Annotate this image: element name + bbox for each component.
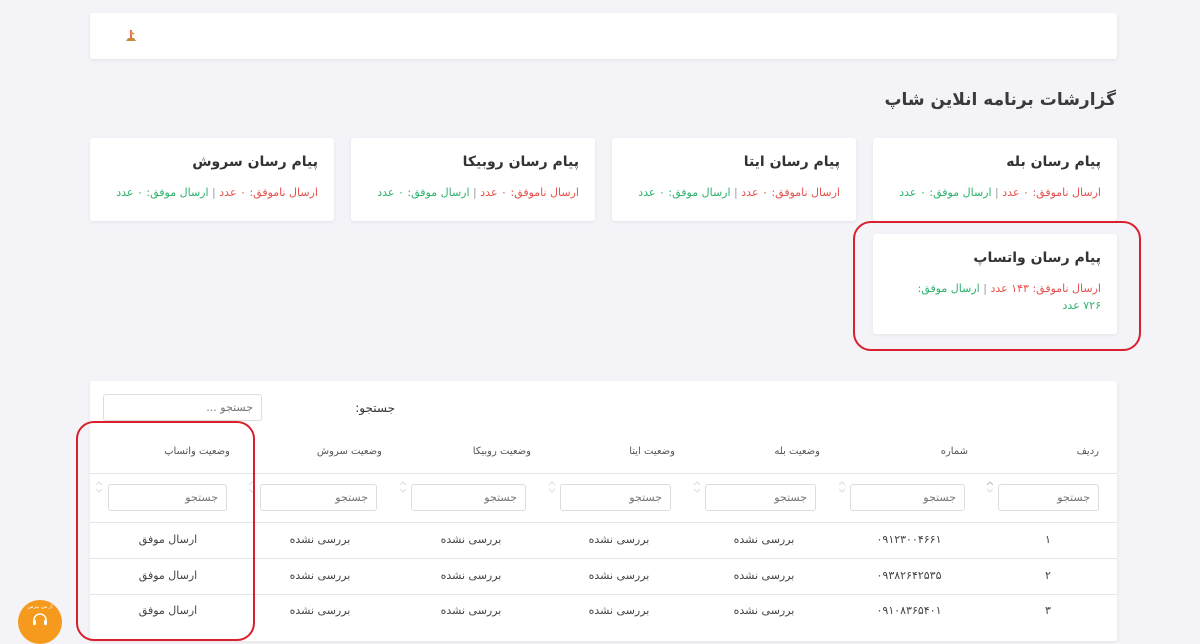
filter-row-number[interactable] — [998, 484, 1099, 511]
search-input[interactable] — [103, 394, 262, 421]
cell-eitaa-status: بررسی نشده — [588, 569, 650, 582]
card-stats: ارسال ناموفق: ۰ عدد | ارسال موفق: ۰ عدد — [367, 184, 579, 201]
card-eitaa: پیام رسان ایتا ارسال ناموفق: ۰ عدد | ارس… — [612, 138, 856, 221]
search-label: جستجو: — [355, 401, 395, 415]
cell-row-number: ۲ — [1045, 569, 1051, 582]
fail-unit: عدد — [480, 186, 498, 199]
cell-phone: ۰۹۱۲۳۰۰۴۶۶۱ — [876, 533, 942, 546]
separator: | — [212, 186, 216, 199]
column-header-rubika-status[interactable]: وضعیت روبیکا — [473, 446, 531, 457]
column-header-eitaa-status[interactable]: وضعیت ایتا — [629, 446, 675, 457]
filter-bale-status[interactable] — [705, 484, 816, 511]
cell-eitaa-status: بررسی نشده — [588, 604, 650, 617]
success-count: ۰ — [136, 186, 143, 199]
column-header-phone[interactable]: شماره — [941, 446, 968, 457]
success-label: ارسال موفق: — [146, 186, 209, 199]
cell-bale-status: بررسی نشده — [733, 604, 795, 617]
logo-icon[interactable] — [123, 28, 139, 44]
filter-eitaa-status[interactable] — [560, 484, 671, 511]
fail-count: ۰ — [1023, 186, 1029, 199]
card-rubika: پیام رسان روبیکا ارسال ناموفق: ۰ عدد | ا… — [351, 138, 595, 221]
card-title: پیام رسان بله — [1006, 154, 1101, 170]
filter-phone[interactable] — [850, 484, 965, 511]
fail-count: ۰ — [240, 186, 246, 199]
fail-label: ارسال ناموفق: — [771, 186, 840, 199]
fail-unit: عدد — [219, 186, 237, 199]
column-highlight-outline — [76, 421, 255, 641]
fail-count: ۰ — [501, 186, 507, 199]
card-stats: ارسال ناموفق: ۰ عدد | ارسال موفق: ۰ عدد — [628, 184, 840, 201]
success-unit: عدد — [638, 186, 656, 199]
top-bar — [90, 13, 1117, 59]
success-unit: عدد — [899, 186, 917, 199]
column-header-row-number[interactable]: ردیف — [1077, 446, 1099, 457]
fail-unit: عدد — [1002, 186, 1020, 199]
cell-row-number: ۱ — [1045, 533, 1051, 546]
column-header-soroush-status[interactable]: وضعیت سروش — [317, 446, 382, 457]
fail-label: ارسال ناموفق: — [510, 186, 579, 199]
cell-soroush-status: بررسی نشده — [289, 533, 351, 546]
success-label: ارسال موفق: — [668, 186, 731, 199]
success-count: ۰ — [919, 186, 926, 199]
cell-bale-status: بررسی نشده — [733, 569, 795, 582]
column-header-bale-status[interactable]: وضعیت بله — [774, 446, 820, 457]
cell-phone: ۰۹۱۰۸۳۶۵۴۰۱ — [876, 604, 942, 617]
fail-label: ارسال ناموفق: — [249, 186, 318, 199]
sort-arrows-icon[interactable] — [399, 481, 407, 493]
card-highlight-outline — [853, 221, 1141, 351]
success-count: ۰ — [658, 186, 665, 199]
card-stats: ارسال ناموفق: ۰ عدد | ارسال موفق: ۰ عدد — [106, 184, 318, 201]
sort-arrows-icon[interactable] — [693, 481, 701, 493]
fail-count: ۰ — [762, 186, 768, 199]
card-bale: پیام رسان بله ارسال ناموفق: ۰ عدد | ارسا… — [873, 138, 1117, 221]
card-stats: ارسال ناموفق: ۰ عدد | ارسال موفق: ۰ عدد — [889, 184, 1101, 201]
success-unit: عدد — [377, 186, 395, 199]
filter-soroush-status[interactable] — [260, 484, 377, 511]
cell-phone: ۰۹۳۸۲۶۴۲۵۳۵ — [876, 569, 942, 582]
card-title: پیام رسان ایتا — [743, 154, 840, 170]
sort-arrows-icon[interactable] — [838, 481, 846, 493]
card-soroush: پیام رسان سروش ارسال ناموفق: ۰ عدد | ارس… — [90, 138, 334, 221]
success-unit: عدد — [116, 186, 134, 199]
cell-eitaa-status: بررسی نشده — [588, 533, 650, 546]
success-count: ۰ — [397, 186, 404, 199]
separator: | — [734, 186, 738, 199]
sort-arrows-icon[interactable] — [548, 481, 556, 493]
cell-rubika-status: بررسی نشده — [440, 604, 502, 617]
cell-bale-status: بررسی نشده — [733, 533, 795, 546]
card-title: پیام رسان سروش — [192, 154, 318, 170]
separator: | — [995, 186, 999, 199]
cell-soroush-status: بررسی نشده — [289, 604, 351, 617]
page-title: گزارشات برنامه انلاین شاپ — [884, 90, 1116, 110]
cell-row-number: ۳ — [1045, 604, 1051, 617]
success-label: ارسال موفق: — [407, 186, 470, 199]
filter-rubika-status[interactable] — [411, 484, 526, 511]
cell-rubika-status: بررسی نشده — [440, 569, 502, 582]
card-title: پیام رسان روبیکا — [462, 154, 579, 170]
cell-soroush-status: بررسی نشده — [289, 569, 351, 582]
cell-rubika-status: بررسی نشده — [440, 533, 502, 546]
headset-icon — [33, 613, 47, 625]
separator: | — [473, 186, 477, 199]
sort-arrows-icon[interactable] — [986, 481, 994, 493]
fail-label: ارسال ناموفق: — [1032, 186, 1101, 199]
fail-unit: عدد — [741, 186, 759, 199]
success-label: ارسال موفق: — [929, 186, 992, 199]
